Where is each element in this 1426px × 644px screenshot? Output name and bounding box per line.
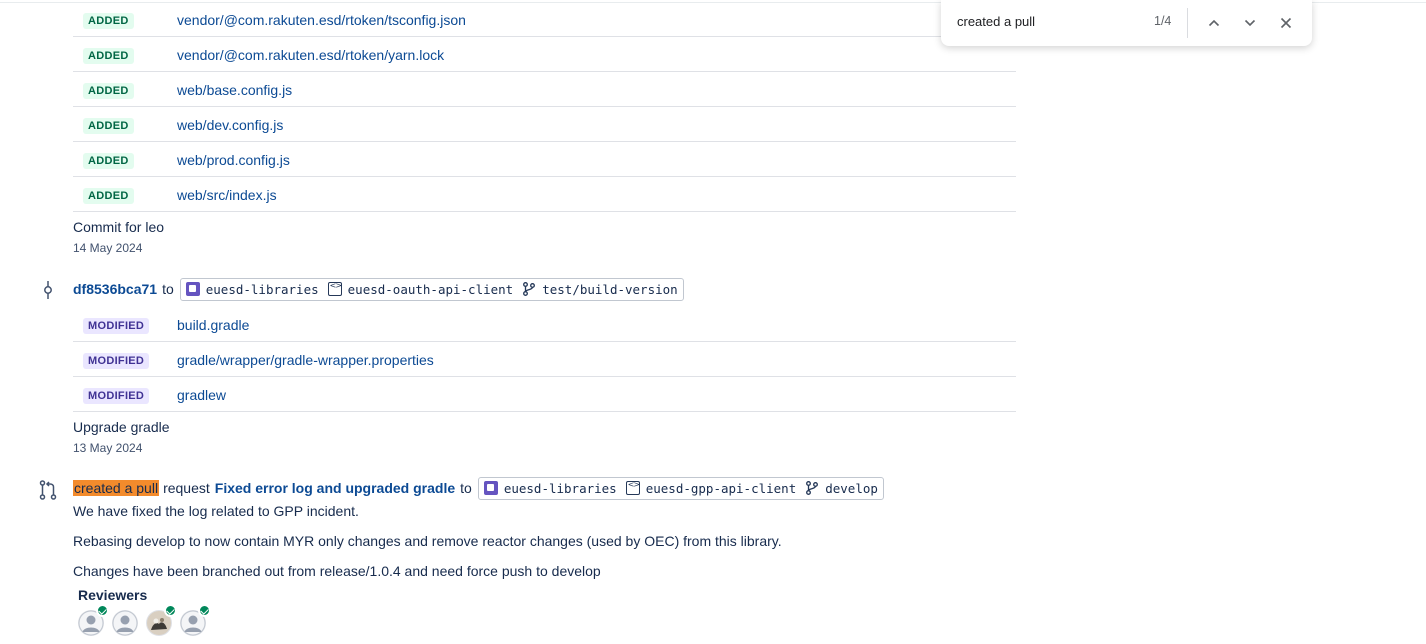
find-divider [1187, 8, 1188, 38]
file-row: ADDED vendor/@com.rakuten.esd/rtoken/tsc… [73, 2, 1016, 37]
reviewer-avatar[interactable] [146, 604, 177, 636]
branch-name: test/build-version [542, 281, 678, 297]
file-row: MODIFIED gradlew [73, 377, 1016, 412]
commit-message: Upgrade gradle [73, 419, 170, 435]
pr-description-line: Changes have been branched out from rele… [73, 563, 601, 579]
repository-icon [327, 281, 342, 296]
modified-lozenge: MODIFIED [83, 318, 150, 334]
approved-check-icon [198, 604, 211, 617]
file-link[interactable]: web/prod.config.js [177, 152, 290, 168]
commit-date: 13 May 2024 [73, 441, 143, 455]
approved-check-icon [164, 604, 177, 617]
added-lozenge: ADDED [83, 48, 134, 64]
project-name: euesd-libraries [503, 480, 617, 496]
file-row: ADDED web/dev.config.js [73, 107, 1016, 142]
added-lozenge: ADDED [83, 13, 134, 29]
find-match-count: 1/4 [1154, 14, 1172, 28]
branch-icon [522, 282, 536, 296]
commit-hash-link[interactable]: df8536bca71 [73, 281, 157, 297]
reviewer-avatar[interactable] [180, 604, 211, 636]
file-link[interactable]: web/base.config.js [177, 82, 292, 98]
pull-request-header: created a pull request Fixed error log a… [73, 476, 884, 500]
repository-name: euesd-gpp-api-client [645, 480, 797, 496]
file-link[interactable]: vendor/@com.rakuten.esd/rtoken/yarn.lock [177, 47, 444, 63]
repository-link[interactable]: euesd-oauth-api-client [327, 281, 514, 297]
file-link[interactable]: build.gradle [177, 317, 249, 333]
file-link[interactable]: gradle/wrapper/gradle-wrapper.properties [177, 352, 434, 368]
file-link[interactable]: web/dev.config.js [177, 117, 283, 133]
chevron-down-icon [1244, 19, 1256, 27]
added-lozenge: ADDED [83, 153, 134, 169]
find-next-button[interactable] [1238, 11, 1262, 35]
file-row: ADDED web/src/index.js [73, 177, 1016, 212]
added-lozenge: ADDED [83, 83, 134, 99]
find-bar: 1/4 [941, 0, 1312, 46]
find-close-button[interactable] [1274, 11, 1298, 35]
branch-name: develop [825, 480, 878, 496]
find-previous-button[interactable] [1202, 11, 1226, 35]
branch-icon [805, 481, 819, 495]
file-link[interactable]: web/src/index.js [177, 187, 277, 203]
branch-link[interactable]: develop [805, 481, 878, 496]
pr-description-line: Rebasing develop to now contain MYR only… [73, 533, 782, 549]
approved-check-icon [96, 604, 109, 617]
file-row: MODIFIED build.gradle [73, 307, 1016, 342]
to-label: to [460, 480, 472, 496]
pr-description-line: We have fixed the log related to GPP inc… [73, 503, 359, 519]
added-lozenge: ADDED [83, 188, 134, 204]
modified-lozenge: MODIFIED [83, 353, 150, 369]
file-row: ADDED web/base.config.js [73, 72, 1016, 107]
pull-request-icon [39, 480, 57, 503]
project-link[interactable]: euesd-libraries [483, 480, 617, 496]
file-link[interactable]: vendor/@com.rakuten.esd/rtoken/tsconfig.… [177, 12, 466, 28]
repository-name: euesd-oauth-api-client [347, 281, 514, 297]
file-row: ADDED vendor/@com.rakuten.esd/rtoken/yar… [73, 37, 1016, 72]
repository-link[interactable]: euesd-gpp-api-client [625, 480, 797, 496]
project-icon [483, 481, 498, 495]
find-highlight: created a pull [73, 480, 160, 496]
close-icon [1280, 17, 1292, 29]
file-row: ADDED web/prod.config.js [73, 142, 1016, 177]
file-row: MODIFIED gradle/wrapper/gradle-wrapper.p… [73, 342, 1016, 377]
repo-path: euesd-libraries euesd-gpp-api-client dev… [477, 476, 884, 500]
commit-icon [41, 281, 55, 302]
project-icon [185, 282, 200, 296]
repository-icon [625, 480, 640, 495]
reviewer-avatar[interactable] [112, 610, 138, 636]
pull-request-title-link[interactable]: Fixed error log and upgraded gradle [215, 480, 455, 496]
find-input[interactable] [957, 14, 1137, 29]
commit-message: Commit for leo [73, 219, 165, 235]
added-lozenge: ADDED [83, 118, 134, 134]
reviewers-heading: Reviewers [78, 587, 148, 603]
chevron-up-icon [1208, 19, 1220, 27]
project-name: euesd-libraries [205, 281, 319, 297]
project-link[interactable]: euesd-libraries [185, 281, 319, 297]
commit-header: df8536bca71 to euesd-libraries euesd-oau… [73, 277, 684, 301]
modified-files-table: MODIFIED build.gradle MODIFIED gradle/wr… [73, 307, 1016, 412]
pr-action-text: request [163, 480, 210, 496]
file-link[interactable]: gradlew [177, 387, 226, 403]
to-label: to [162, 281, 174, 297]
branch-link[interactable]: test/build-version [522, 281, 678, 297]
repo-path: euesd-libraries euesd-oauth-api-client t… [179, 277, 684, 301]
commit-date: 14 May 2024 [73, 241, 143, 255]
default-avatar-icon [112, 610, 138, 636]
modified-lozenge: MODIFIED [83, 388, 150, 404]
reviewer-avatar[interactable] [78, 604, 109, 636]
added-files-table: ADDED vendor/@com.rakuten.esd/rtoken/tsc… [73, 2, 1016, 212]
